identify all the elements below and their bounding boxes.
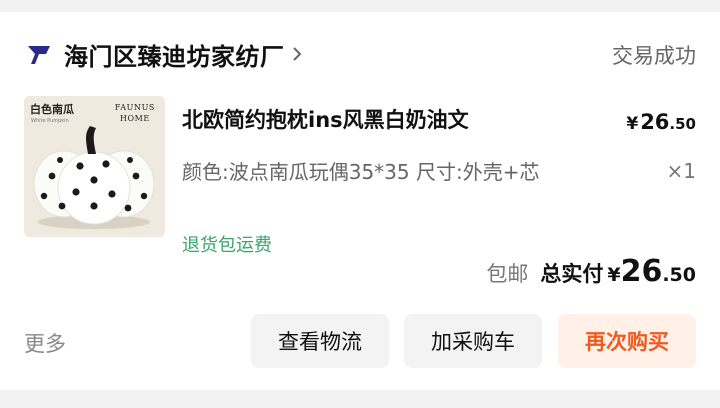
unit-price-int: 26 — [640, 110, 670, 134]
order-card[interactable]: 海门区臻迪坊家纺厂 交易成功 白色南瓜 White Pumpkin FAUNUS… — [0, 12, 720, 390]
quantity: ×1 — [666, 159, 696, 183]
shop-header[interactable]: 海门区臻迪坊家纺厂 — [24, 34, 303, 74]
thumbnail-brand: FAUNUS HOME — [115, 102, 155, 124]
total-paid-label: 总实付 — [540, 262, 604, 286]
shop-logo-icon — [24, 39, 54, 69]
product-spec: 颜色:波点南瓜玩偶35*35 尺寸:外壳+芯 — [182, 160, 540, 184]
buy-again-button[interactable]: 再次购买 — [558, 314, 696, 368]
unit-price-currency: ¥ — [626, 114, 639, 134]
brand-line-2: HOME — [119, 114, 150, 123]
return-shipping-tag: 退货包运费 — [182, 235, 272, 256]
total-currency: ¥ — [607, 264, 621, 286]
brand-line-1: FAUNUS — [114, 103, 155, 112]
thumbnail-label-cn: 白色南瓜 — [30, 103, 74, 116]
more-button[interactable]: 更多 — [24, 328, 66, 358]
shop-name[interactable]: 海门区臻迪坊家纺厂 — [64, 37, 285, 72]
order-total: 包邮 总实付 ¥ 26 .50 — [486, 254, 696, 289]
total-int: 26 — [620, 254, 663, 289]
product-thumbnail[interactable]: 白色南瓜 White Pumpkin FAUNUS HOME — [24, 96, 165, 237]
free-shipping-label: 包邮 — [486, 262, 529, 286]
chevron-right-icon — [291, 45, 303, 63]
view-logistics-button[interactable]: 查看物流 — [251, 314, 389, 368]
total-dec: .50 — [662, 264, 696, 286]
unit-price-dec: .50 — [669, 115, 696, 133]
add-to-cart-button[interactable]: 加采购车 — [404, 314, 542, 368]
thumbnail-label-en: White Pumpkin — [31, 118, 69, 124]
unit-price: ¥26.50 — [626, 110, 696, 134]
order-status: 交易成功 — [612, 44, 696, 68]
product-title[interactable]: 北欧简约抱枕ins风黑白奶油文 — [182, 104, 469, 134]
